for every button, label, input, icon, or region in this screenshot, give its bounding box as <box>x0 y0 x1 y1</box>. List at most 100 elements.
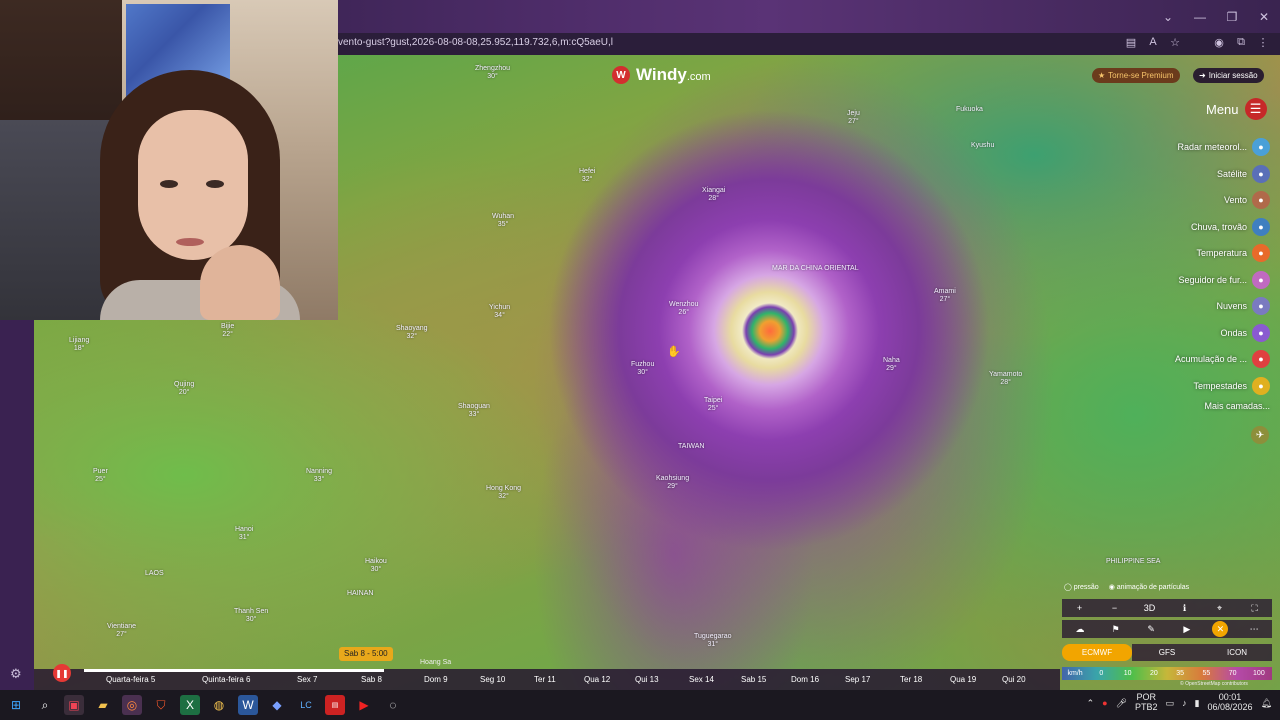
3d-button[interactable]: 3D <box>1140 603 1160 613</box>
layer-item[interactable]: Chuva, trovão ● <box>1175 214 1270 241</box>
timeline-day[interactable]: Qua 19 <box>950 675 976 684</box>
model-option[interactable]: GFS <box>1132 644 1202 661</box>
layer-item[interactable]: Nuvens ● <box>1175 293 1270 320</box>
weather-icon[interactable]: ☁ <box>1070 624 1090 635</box>
windows-start-icon[interactable]: ⊞ <box>6 695 26 715</box>
youtube-icon[interactable]: ▶ <box>354 695 374 715</box>
timeline-day[interactable]: Ter 11 <box>534 675 556 684</box>
windy-logo[interactable]: W Windy.com <box>612 65 711 85</box>
map-city-label[interactable]: Qujing 20° <box>174 381 194 397</box>
map-city-label[interactable]: Tuguegarao 31° <box>694 633 732 649</box>
recording-icon[interactable]: ● <box>1102 698 1107 708</box>
file-explorer-icon[interactable]: ▰ <box>93 695 113 715</box>
map-city-label[interactable]: PHILIPPINE SEA <box>1106 558 1160 566</box>
map-city-label[interactable]: Shaoguan 33° <box>458 403 490 419</box>
map-city-label[interactable]: Kyushu <box>971 142 994 150</box>
monitor-icon[interactable]: ▭ <box>1166 698 1175 709</box>
chrome-icon[interactable]: ◍ <box>209 695 229 715</box>
profile-icon[interactable]: ◉ <box>1212 36 1226 49</box>
word-icon[interactable]: W <box>238 695 258 715</box>
timeline-day[interactable]: Quarta-feira 5 <box>106 675 155 684</box>
timeline-day[interactable]: Sab 8 <box>361 675 382 684</box>
close-button[interactable]: ✕ <box>1248 0 1280 33</box>
map-city-label[interactable]: Hefei 32° <box>579 168 595 184</box>
timeline-day[interactable]: Sep 17 <box>845 675 870 684</box>
layer-item[interactable]: Acumulação de ... ● <box>1175 346 1270 373</box>
notification-icon[interactable]: 🔔︎ <box>1261 698 1272 709</box>
map-city-label[interactable]: Haikou 30° <box>365 558 387 574</box>
timeline-day[interactable]: Ter 18 <box>900 675 922 684</box>
map-city-label[interactable]: Wenzhou 26° <box>669 301 698 317</box>
map-city-label[interactable]: Nanning 33° <box>306 468 332 484</box>
map-city-label[interactable]: Fukuoka <box>956 106 983 114</box>
map-city-label[interactable]: TAIWAN <box>678 443 704 451</box>
microphone-icon[interactable]: 🎤︎ <box>1116 698 1127 709</box>
timeline-day[interactable]: Dom 16 <box>791 675 819 684</box>
map-city-label[interactable]: Zhengzhou 30° <box>475 65 510 81</box>
gear-icon[interactable]: ⚙ <box>10 666 22 682</box>
chevron-down-icon[interactable]: ⌄ <box>1152 0 1184 33</box>
streamlabs-icon[interactable]: ▤ <box>325 695 345 715</box>
url-text[interactable]: vento-gust?gust,2026-08-08-08,25.952,119… <box>338 37 613 48</box>
timeline-day[interactable]: Qui 20 <box>1002 675 1026 684</box>
pause-button[interactable]: ❚❚ <box>53 664 71 682</box>
premium-button[interactable]: ★ Torne-se Premium <box>1092 68 1180 83</box>
fullscreen-icon[interactable]: ⛶ <box>1245 603 1265 614</box>
translate-icon[interactable]: A <box>1146 36 1160 49</box>
login-button[interactable]: ➜ Iniciar sessão <box>1193 68 1264 83</box>
star-icon[interactable]: ☆ <box>1168 36 1182 49</box>
map-city-label[interactable]: Fuzhou 30° <box>631 361 654 377</box>
timeline-bar[interactable]: Quarta-feira 5 Quinta-feira 6 Sex 7 Sab 8 Do… <box>34 669 1060 690</box>
map-city-label[interactable]: Lijiang 18° <box>69 337 89 353</box>
timeline-day[interactable]: Qui 13 <box>635 675 659 684</box>
chevron-up-icon[interactable]: ⌃ <box>1087 698 1095 709</box>
timeline-day[interactable]: Quinta-feira 6 <box>202 675 250 684</box>
layer-item[interactable]: Satélite ● <box>1175 161 1270 188</box>
map-city-label[interactable]: HAINAN <box>347 590 373 598</box>
info-icon[interactable]: ℹ <box>1175 603 1195 614</box>
map-city-label[interactable]: Yichun 34° <box>489 304 510 320</box>
map-city-label[interactable]: Jeju 27° <box>847 110 860 126</box>
location-pin-icon[interactable]: ⌖ <box>1210 603 1230 614</box>
map-city-label[interactable]: Wuhan 35° <box>492 213 514 229</box>
extensions-icon[interactable]: ⧉ <box>1234 36 1248 49</box>
more-layers-link[interactable]: Mais camadas... <box>1175 401 1270 411</box>
timeline-day[interactable]: Sex 7 <box>297 675 317 684</box>
layer-item[interactable]: Radar meteorol... ● <box>1175 134 1270 161</box>
map-city-label[interactable]: Vientiane 27° <box>107 623 136 639</box>
app-diamond-icon[interactable]: ◆ <box>267 695 287 715</box>
map-city-label[interactable]: Bijie 22° <box>221 323 234 339</box>
menu-button[interactable]: Menu ☰ <box>1206 98 1267 120</box>
brave-icon[interactable]: ⛉ <box>151 695 171 715</box>
more-menu-icon[interactable]: ⋮ <box>1256 36 1270 49</box>
pressure-toggle[interactable]: ◯ pressão <box>1064 583 1099 591</box>
draw-icon[interactable]: ✎ <box>1141 624 1161 635</box>
layer-item[interactable]: Temperatura ● <box>1175 240 1270 267</box>
particles-toggle[interactable]: ◉ animação de partículas <box>1109 583 1189 591</box>
map-city-label[interactable]: Hanoi 31° <box>235 526 253 542</box>
close-icon[interactable]: ✕ <box>1212 621 1229 637</box>
flag-icon[interactable]: ⚑ <box>1105 624 1125 635</box>
livecode-icon[interactable]: LC <box>296 695 316 715</box>
map-city-label[interactable]: Shaoyang 32° <box>396 325 428 341</box>
layer-item[interactable]: Seguidor de fur... ● <box>1175 267 1270 294</box>
maximize-button[interactable]: ❐ <box>1216 0 1248 33</box>
model-option[interactable]: ECMWF <box>1062 644 1132 661</box>
video-icon[interactable]: ▶ <box>1177 624 1197 635</box>
reader-icon[interactable]: ▤ <box>1124 36 1138 49</box>
map-city-label[interactable]: Amami 27° <box>934 288 956 304</box>
airplane-icon[interactable]: ✈ <box>1251 426 1269 444</box>
clock[interactable]: 00:01 06/08/2026 <box>1208 693 1253 713</box>
battery-icon[interactable]: ▮ <box>1195 698 1200 709</box>
media-app-icon[interactable]: ▣ <box>64 695 84 715</box>
zoom-out-button[interactable]: − <box>1105 603 1125 613</box>
model-option[interactable]: ICON <box>1202 644 1272 661</box>
current-time-bubble[interactable]: Sab 8 - 5:00 <box>339 647 393 661</box>
layer-item[interactable]: Tempestades ● <box>1175 373 1270 400</box>
minimize-button[interactable]: — <box>1184 0 1216 33</box>
zoom-in-button[interactable]: + <box>1070 603 1090 613</box>
firefox-icon[interactable]: ◎ <box>122 695 142 715</box>
search-icon[interactable]: ⌕ <box>35 695 55 715</box>
map-city-label[interactable]: Kaohsiung 29° <box>656 475 689 491</box>
more-icon[interactable]: ⋯ <box>1244 624 1264 635</box>
